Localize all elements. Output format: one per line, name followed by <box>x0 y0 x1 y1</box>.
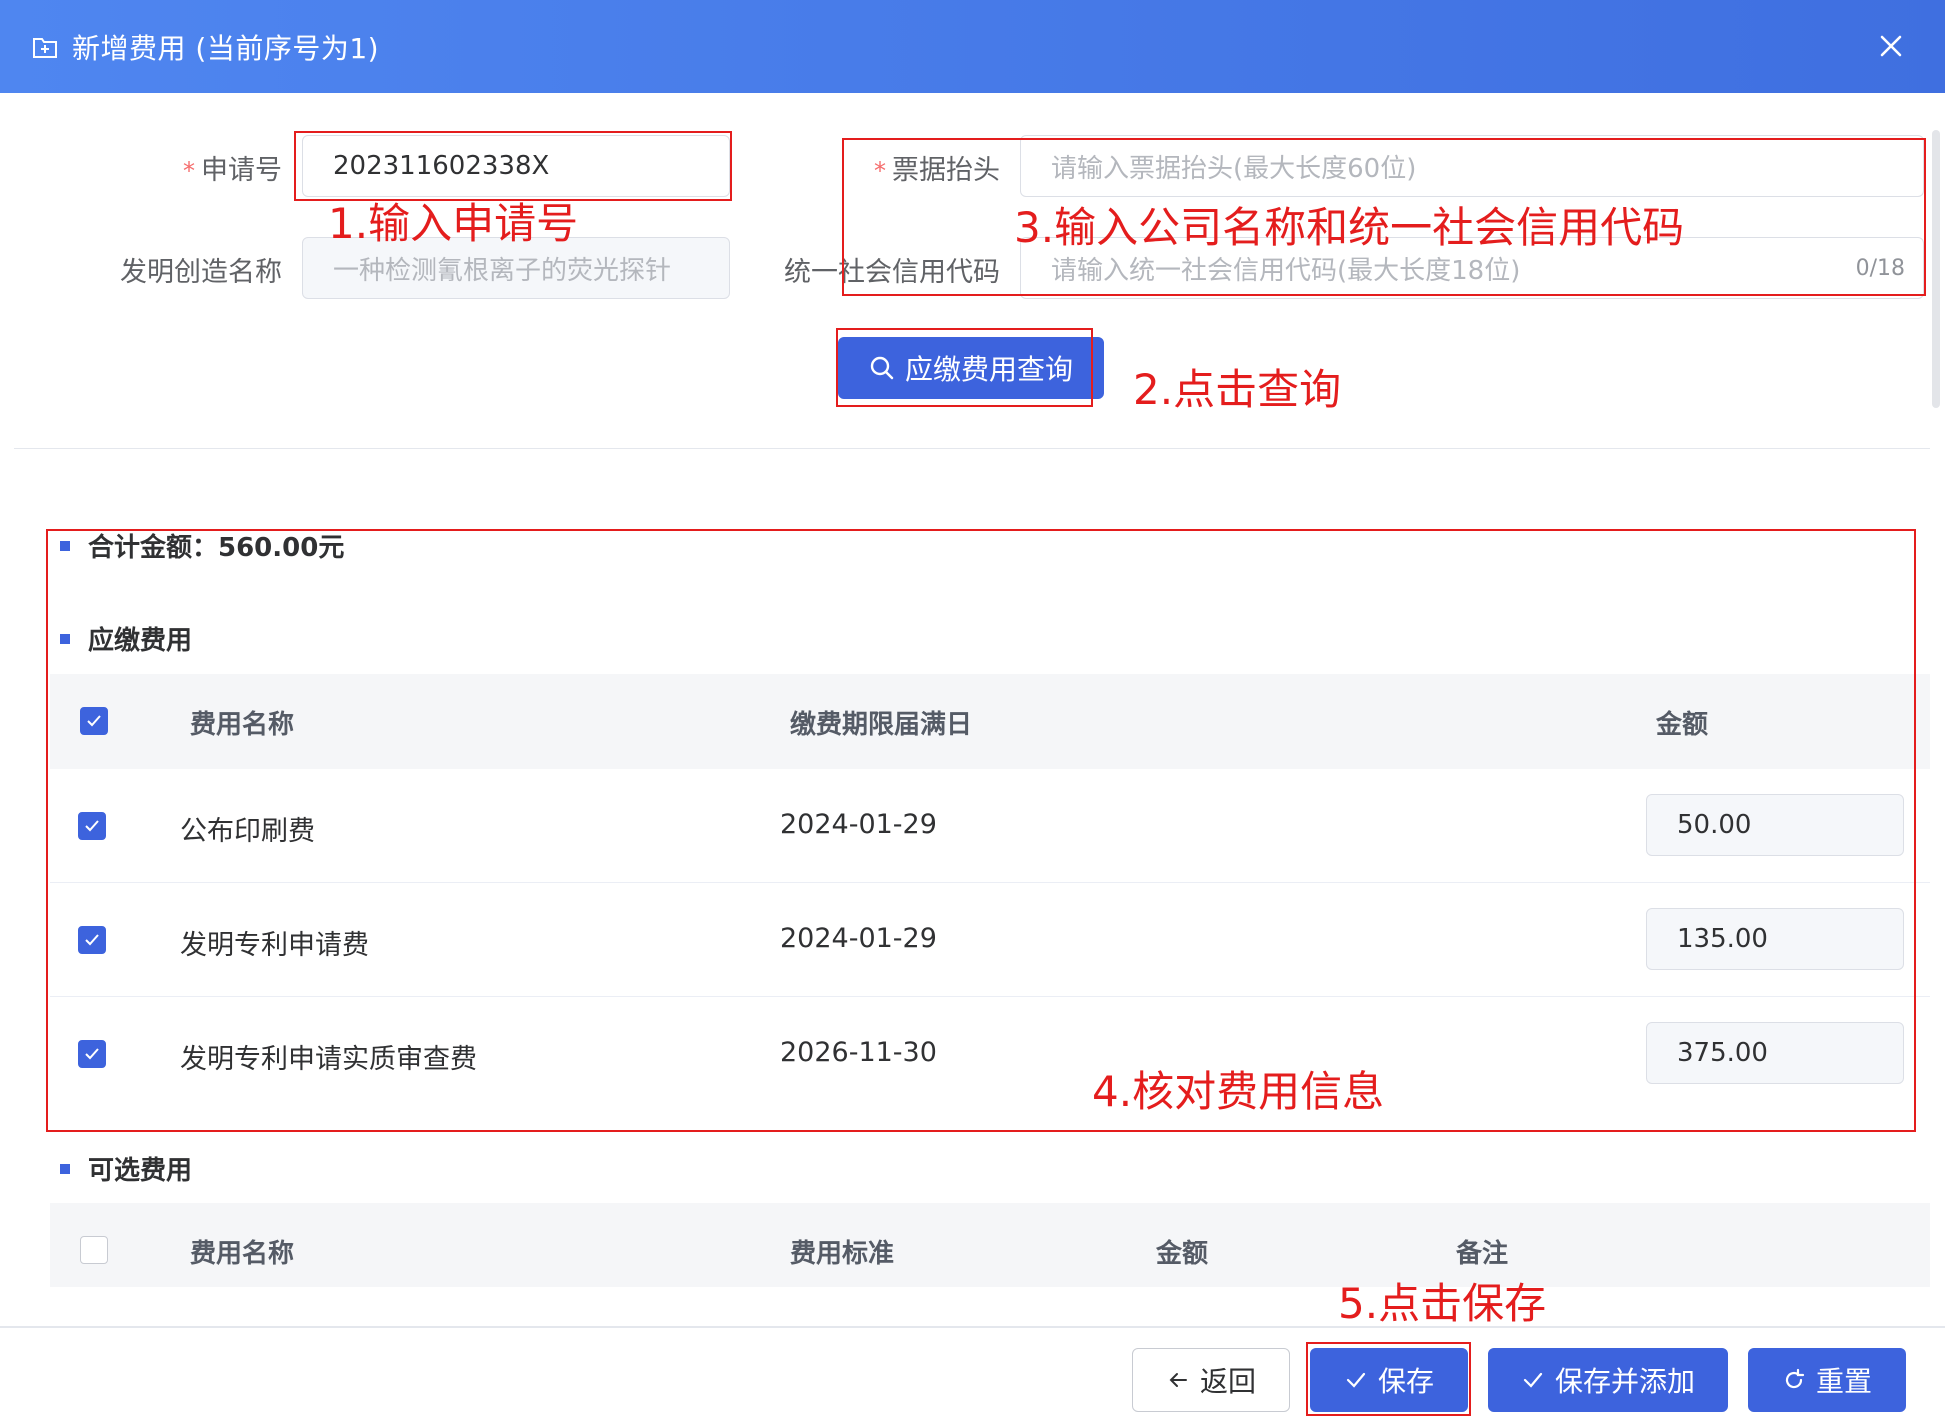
optional-select-all-checkbox[interactable] <box>80 1236 108 1264</box>
application-no-label: * 申请号 <box>183 155 282 186</box>
arrow-left-icon <box>1169 1373 1187 1387</box>
check-icon <box>1523 1372 1543 1388</box>
col-fee-standard: 费用标准 <box>790 1239 895 1269</box>
annotation-step-1: 1.输入申请号 <box>328 199 579 248</box>
close-icon <box>1880 35 1902 57</box>
save-and-add-button[interactable]: 保存并添加 <box>1488 1348 1728 1412</box>
col-amount: 金额 <box>1156 1239 1209 1269</box>
annotation-box-2 <box>836 328 1093 407</box>
close-button[interactable] <box>1869 24 1913 68</box>
add-folder-icon <box>33 37 57 58</box>
refresh-icon <box>1785 1368 1805 1389</box>
annotation-step-3: 3.输入公司名称和统一社会信用代码 <box>1014 203 1685 252</box>
dialog-header: 新增费用 (当前序号为1) <box>0 0 1945 93</box>
optional-fees-header: 费用名称 费用标准 金额 备注 <box>50 1203 1930 1287</box>
col-fee-name: 费用名称 <box>190 1239 295 1269</box>
annotation-step-4: 4.核对费用信息 <box>1092 1067 1385 1116</box>
annotation-step-5: 5.点击保存 <box>1338 1279 1547 1328</box>
annotation-step-2: 2.点击查询 <box>1133 365 1342 414</box>
reset-button[interactable]: 重置 <box>1748 1348 1906 1412</box>
optional-fees-title: 可选费用 <box>60 1150 192 1187</box>
invention-name-label: 发明创造名称 <box>120 257 282 288</box>
dialog-title: 新增费用 (当前序号为1) <box>72 31 380 65</box>
footer-divider <box>0 1326 1945 1328</box>
scrollbar[interactable] <box>1932 130 1940 408</box>
annotation-box-5 <box>1306 1342 1471 1416</box>
back-button[interactable]: 返回 <box>1132 1348 1290 1412</box>
col-remark: 备注 <box>1456 1239 1509 1269</box>
annotation-box-4 <box>46 529 1916 1132</box>
divider <box>14 448 1930 449</box>
